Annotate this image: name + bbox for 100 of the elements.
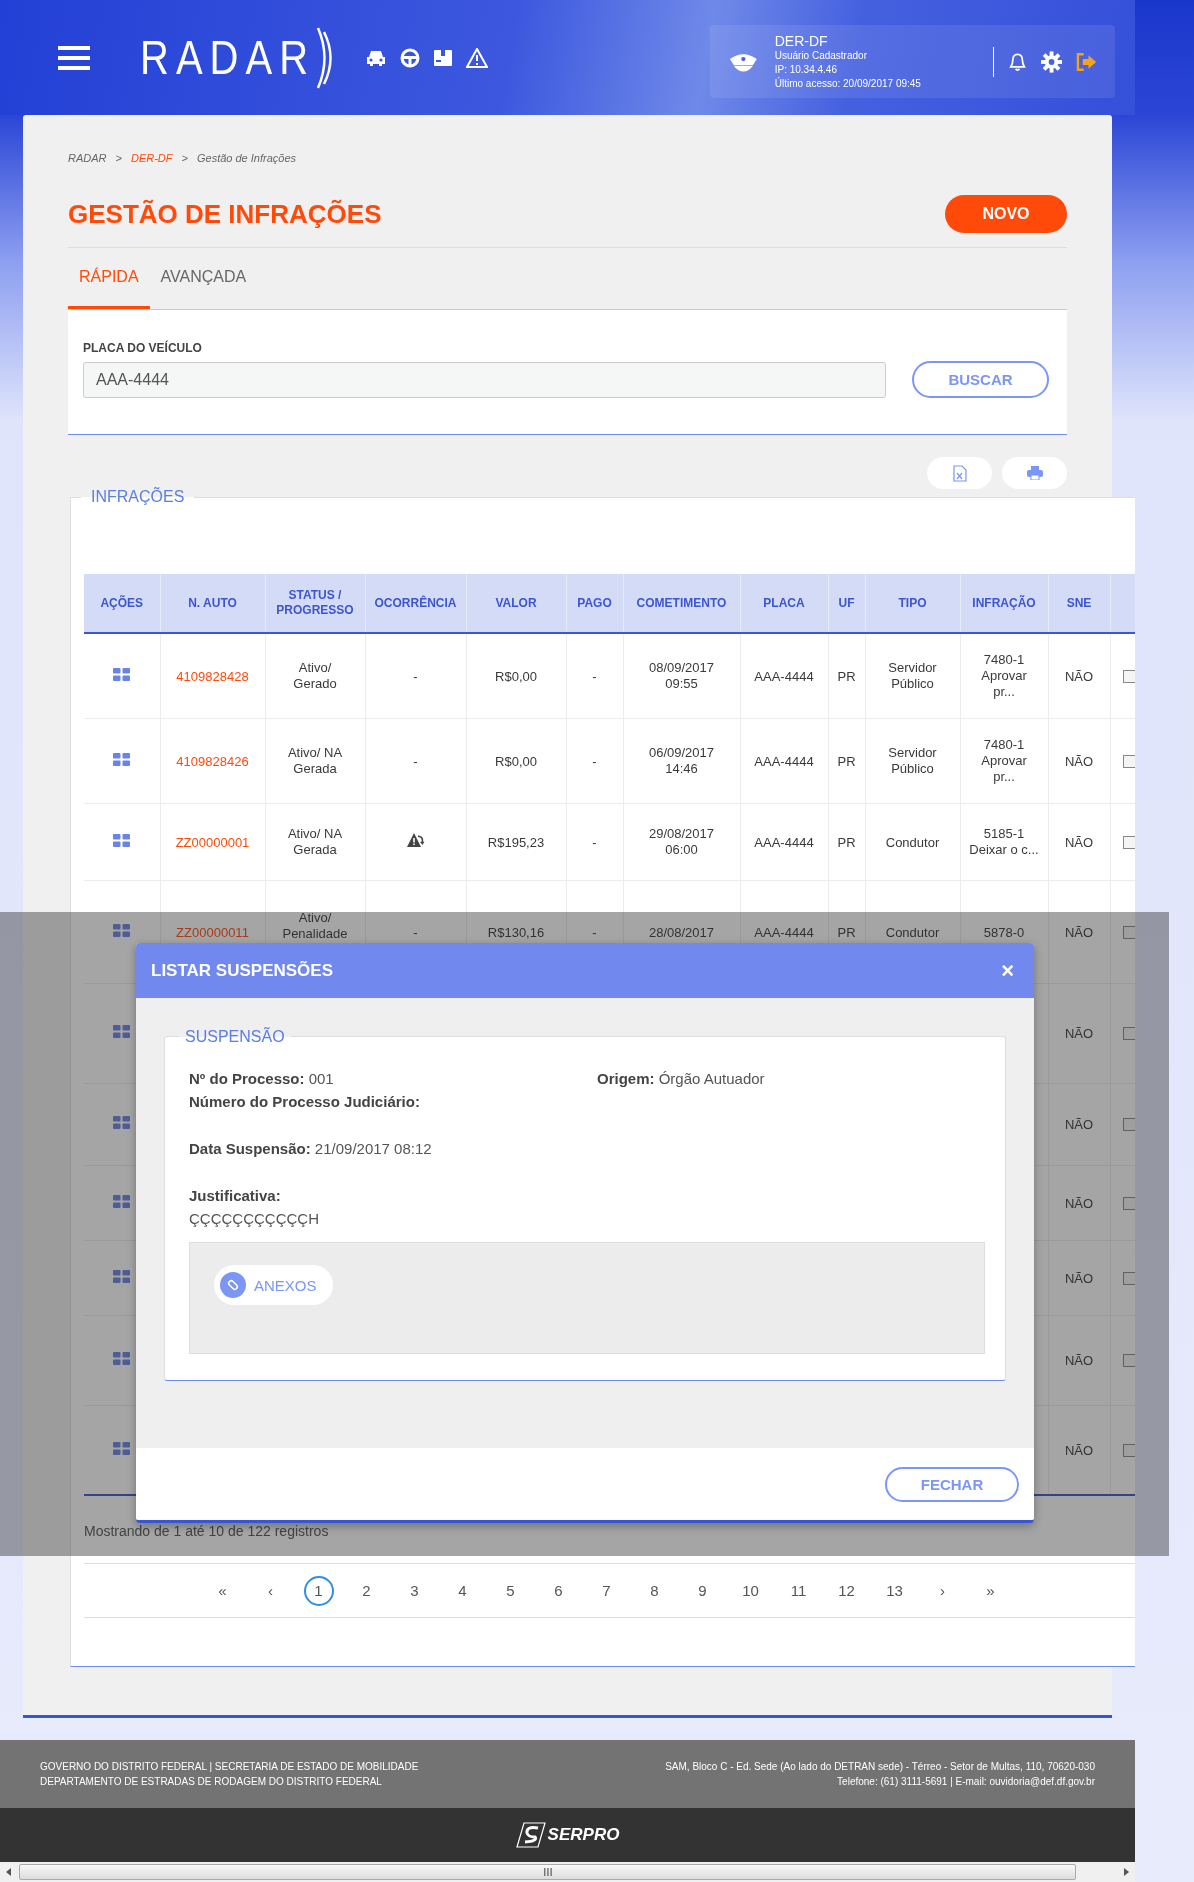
page-link[interactable]: 6 — [543, 1575, 574, 1606]
scroll-right-icon[interactable] — [1122, 1868, 1130, 1876]
row-checkbox[interactable] — [1122, 670, 1135, 683]
row-checkbox[interactable] — [1122, 835, 1135, 849]
section-title: INFRAÇÕES — [81, 487, 195, 507]
table-cell: R$0,00 — [495, 753, 537, 770]
page-link[interactable]: 2 — [351, 1575, 382, 1606]
page-link[interactable]: 3 — [399, 1575, 430, 1606]
package-icon[interactable] — [433, 47, 454, 68]
table-cell: 5185-1 Deixar o c... — [969, 825, 1039, 858]
page-link[interactable]: 11 — [783, 1575, 814, 1606]
horizontal-scrollbar[interactable] — [0, 1862, 1135, 1882]
process-number: Nº do Processo: 001 — [189, 1069, 335, 1089]
ip-address: IP: 10.34.4.46 — [774, 62, 838, 77]
table-cell: 7480-1 Aprovar pr... — [981, 736, 1027, 785]
page-link[interactable]: 4 — [447, 1575, 478, 1606]
actions-grid-icon[interactable] — [113, 1352, 131, 1365]
page-link[interactable]: 5 — [495, 1575, 526, 1606]
breadcrumb-separator: > — [115, 151, 122, 165]
page-title: GESTÃO DE INFRAÇÕES — [68, 198, 382, 230]
table-cell: - — [592, 753, 597, 770]
actions-grid-icon[interactable] — [113, 1116, 131, 1129]
actions-grid-icon[interactable] — [113, 833, 131, 847]
row-checkbox[interactable] — [1122, 1118, 1135, 1132]
column-header: VALOR — [466, 574, 566, 633]
row-checkbox[interactable] — [1122, 1196, 1135, 1210]
excel-export-button[interactable] — [927, 457, 992, 489]
actions-grid-icon[interactable] — [113, 1441, 131, 1455]
column-header: UF — [828, 574, 865, 633]
table-cell: - — [413, 753, 418, 770]
table-cell: NÃO — [1064, 1195, 1094, 1212]
table-cell: NÃO — [1064, 668, 1094, 685]
column-header: OCORRÊNCIA — [365, 574, 466, 633]
column-header: N. AUTO — [160, 574, 265, 633]
actions-grid-icon[interactable] — [113, 1025, 131, 1038]
page-link[interactable]: › — [927, 1575, 958, 1606]
row-checkbox[interactable] — [1122, 925, 1135, 939]
row-checkbox[interactable] — [1122, 1271, 1135, 1285]
brand-name: SERPRO — [547, 1825, 620, 1845]
page-link[interactable]: 8 — [639, 1575, 670, 1606]
brand-logo-icon — [515, 1822, 546, 1848]
table-cell: PR — [837, 924, 856, 941]
settings-icon[interactable] — [1040, 50, 1062, 73]
actions-grid-icon[interactable] — [113, 752, 131, 766]
table-cell: Ativo/ NA Gerada — [287, 744, 343, 777]
judicial-process-label: Número do Processo Judiciário: — [189, 1092, 421, 1112]
table-cell: AAA-4444 — [754, 753, 814, 770]
footer-text: SAM, Bloco C - Ed. Sede (Ao lado do DETRAN sede) - Térreo - Setor de Multas, 110, 70620-030 — [665, 1760, 1095, 1774]
footer-text: Telefone: (61) 3111-5691 | E-mail: ouvidoria@def.df.gov.br — [837, 1775, 1095, 1789]
table-cell: 7480-1 Aprovar pr... — [981, 651, 1027, 700]
row-checkbox[interactable] — [1122, 1354, 1135, 1368]
car-icon[interactable] — [365, 48, 388, 67]
actions-grid-icon[interactable] — [113, 1194, 131, 1208]
table-cell: NÃO — [1064, 753, 1094, 770]
table-cell: Condutor — [885, 924, 940, 941]
suspension-date: Data Suspensão: 21/09/2017 08:12 — [189, 1139, 433, 1159]
warning-icon[interactable] — [466, 47, 489, 68]
page-link[interactable]: 13 — [879, 1575, 910, 1606]
plate-input-field[interactable]: AAA-4444 — [83, 361, 886, 398]
table-cell: - — [592, 668, 597, 685]
menu-icon[interactable] — [58, 45, 90, 70]
records-summary: Mostrando de 1 até 10 de 122 registros — [84, 1523, 330, 1539]
row-checkbox[interactable] — [1122, 1444, 1135, 1457]
row-checkbox[interactable] — [1122, 754, 1135, 768]
table-cell: PR — [837, 753, 856, 770]
column-header: COMETIMENTO — [623, 574, 740, 633]
actions-grid-icon[interactable] — [113, 923, 131, 937]
actions-grid-icon[interactable] — [113, 1269, 131, 1283]
page-link[interactable]: 1 — [303, 1575, 334, 1606]
logout-icon[interactable] — [1075, 51, 1097, 72]
table-cell: NÃO — [1064, 1117, 1094, 1133]
breadcrumb-item: RADAR — [68, 151, 107, 165]
bell-icon[interactable] — [1007, 50, 1027, 73]
row-checkbox[interactable] — [1122, 1027, 1135, 1041]
scroll-left-icon[interactable] — [5, 1868, 13, 1876]
table-cell: Servidor Público — [888, 659, 937, 692]
page-link[interactable]: 9 — [687, 1575, 718, 1606]
modal-title: LISTAR SUSPENSÕES — [151, 960, 333, 981]
page-link[interactable]: » — [975, 1575, 1006, 1606]
actions-grid-icon[interactable] — [113, 667, 131, 681]
breadcrumb-separator: > — [181, 151, 188, 165]
page-link[interactable]: 10 — [735, 1575, 766, 1606]
table-cell: 06/09/2017 14:46 — [648, 744, 715, 777]
table-cell: 28/08/2017 — [648, 924, 715, 941]
print-button[interactable] — [1002, 457, 1067, 489]
table-cell: AAA-4444 — [754, 924, 814, 941]
column-header: SNE — [1048, 574, 1110, 633]
table-cell: NÃO — [1064, 1353, 1094, 1369]
grip-icon — [542, 1868, 553, 1876]
page-link[interactable]: 7 — [591, 1575, 622, 1606]
steering-wheel-icon[interactable] — [400, 47, 421, 68]
page-link[interactable]: 12 — [831, 1575, 862, 1606]
footer-text: GOVERNO DO DISTRITO FEDERAL | SECRETARIA DE ESTADO DE MOBILIDADE — [40, 1760, 419, 1774]
page-link[interactable]: « — [207, 1575, 238, 1606]
column-header: PAGO — [566, 574, 623, 633]
page-link[interactable]: ‹ — [255, 1575, 286, 1606]
table-cell: 29/08/2017 06:00 — [648, 825, 715, 858]
last-access: Último acesso: 20/09/2017 09:45 — [774, 76, 922, 91]
column-header: AÇÕES — [84, 574, 160, 633]
tab[interactable]: AVANÇADA — [149, 248, 258, 309]
